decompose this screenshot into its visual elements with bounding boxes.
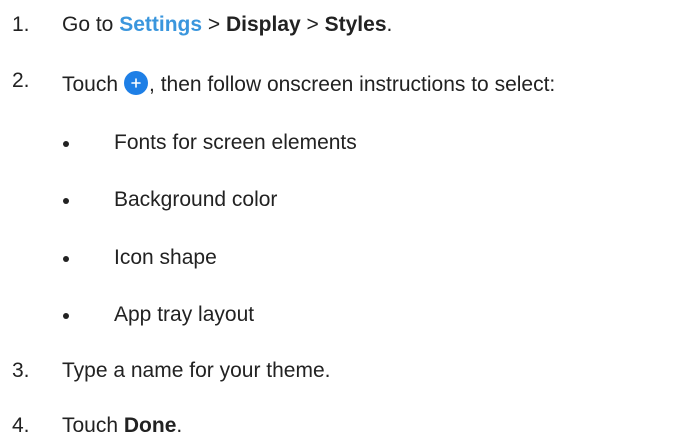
step-4: 4. Touch Done. [0,411,694,441]
step-text: Touch , then follow onscreen instructions… [62,70,555,100]
separator: > [300,13,325,36]
step-3: 3. Type a name for your theme. [0,356,694,386]
display-label: Display [225,13,301,36]
step-number: 4. [12,414,30,437]
step-suffix: . [386,13,393,36]
bullet-text: App tray layout [114,303,255,326]
step-number: 1. [12,13,30,36]
step-text: Touch Done. [62,411,182,441]
step-suffix: , then follow onscreen instructions to s… [149,73,556,96]
step-suffix: . [176,414,183,437]
done-label: Done [123,414,177,437]
step-prefix: Touch [62,414,124,437]
styles-label: Styles [324,13,387,36]
bullet-dot [63,141,69,147]
separator: > [202,13,226,36]
bullet-item: Fonts for screen elements [0,128,694,158]
add-icon [124,71,149,96]
bullet-item: Icon shape [0,243,694,273]
instructions-list: 1. Go to Settings > Display > Styles. 2.… [0,0,694,441]
step-2: 2. Touch , then follow onscreen instructi… [0,69,694,100]
bullet-text: Background color [114,188,278,211]
step-number: 2. [12,69,30,92]
settings-link[interactable]: Settings [119,13,202,36]
bullet-text: Fonts for screen elements [114,131,357,154]
step-prefix: Go to [62,13,120,36]
step-prefix: Touch [62,73,119,96]
bullet-dot [63,256,69,262]
step-number: 3. [12,359,30,382]
bullet-dot [63,313,69,319]
step-text: Go to Settings > Display > Styles. [62,10,392,40]
bullet-dot [63,198,69,204]
bullet-item: Background color [0,185,694,215]
bullet-text: Icon shape [114,246,217,269]
bullet-item: App tray layout [0,300,694,330]
step-1: 1. Go to Settings > Display > Styles. [0,10,694,40]
step-text: Type a name for your theme. [62,359,331,382]
